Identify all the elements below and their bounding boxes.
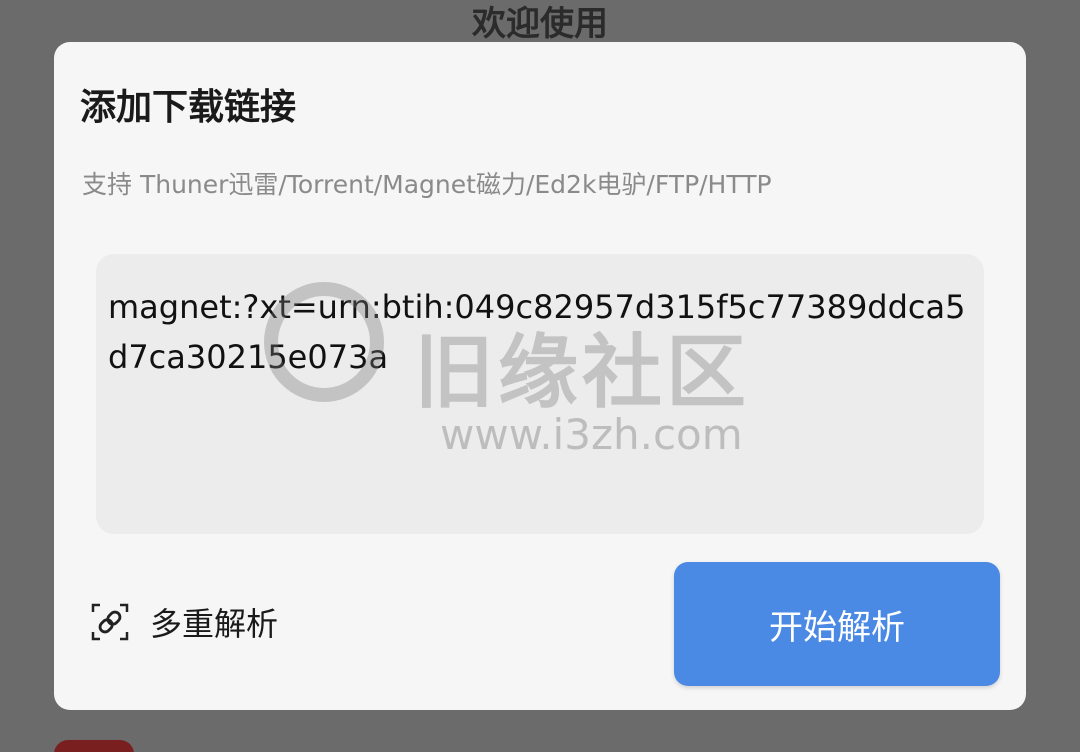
supported-protocols-text: 支持 Thuner迅雷/Torrent/Magnet磁力/Ed2k电驴/FTP/… [82, 170, 772, 199]
multi-parse-toggle[interactable]: 多重解析 [90, 598, 278, 646]
add-download-link-dialog: 添加下载链接 支持 Thuner迅雷/Torrent/Magnet磁力/Ed2k… [54, 42, 1026, 710]
download-link-input[interactable]: magnet:?xt=urn:btih:049c82957d315f5c7738… [96, 254, 984, 534]
background-badge [54, 740, 134, 752]
multi-parse-label: 多重解析 [150, 605, 279, 643]
link-icon [91, 603, 129, 641]
start-parse-button[interactable]: 开始解析 [674, 562, 1000, 686]
dialog-title: 添加下载链接 [80, 87, 297, 128]
background-page-title: 欢迎使用 [472, 4, 608, 42]
